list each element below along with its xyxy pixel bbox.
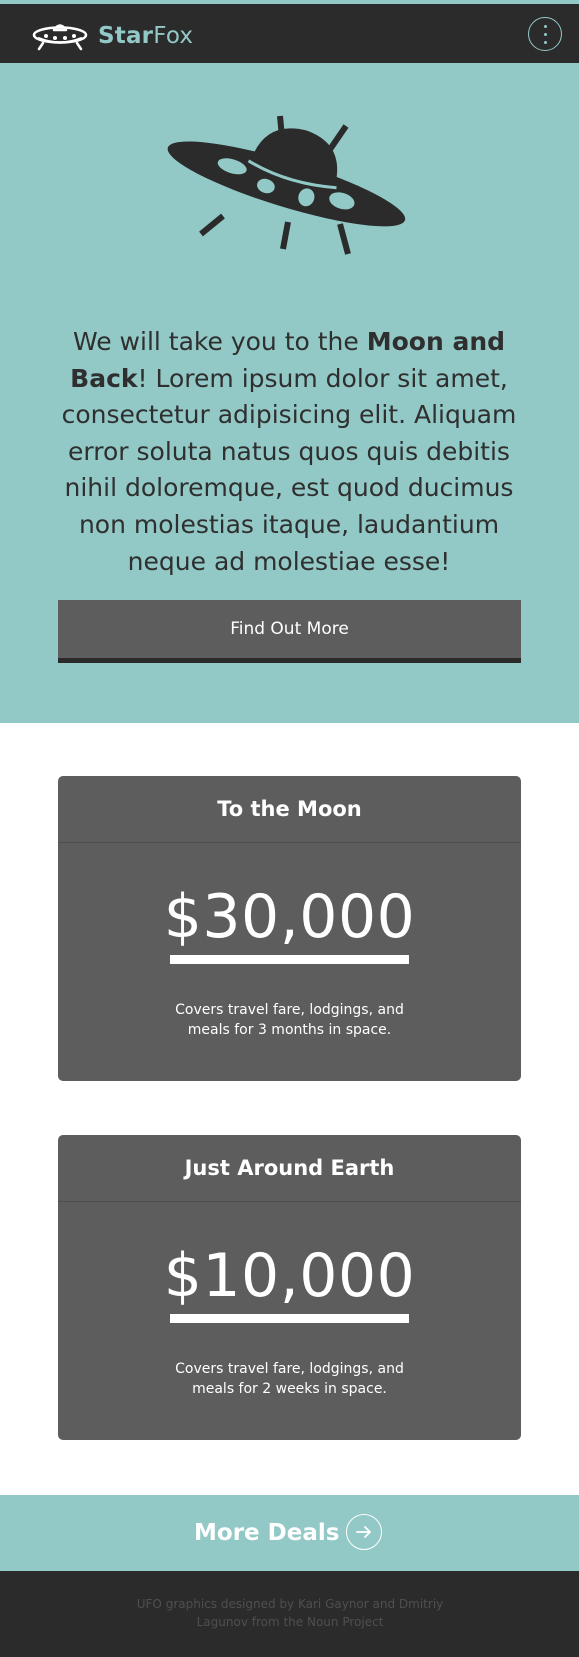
site-header: StarFox [0,4,579,63]
price-underline [170,955,409,964]
brand-name: StarFox [98,22,194,49]
brand-logo[interactable]: StarFox [32,20,193,52]
footer-credit: UFO graphics designed by Kari Gaynor and… [136,1597,444,1629]
deal-description: Covers travel fare, lodgings, and meals … [175,1002,404,1038]
hero-section: We will take you to the Moon and Back! L… [0,63,579,723]
deal-description: Covers travel fare, lodgings, and meals … [175,1361,404,1397]
deal-card-earth[interactable]: Just Around Earth $10,000 Covers travel … [58,1135,521,1440]
price-underline [170,1314,409,1323]
arrow-right-icon[interactable] [346,1514,382,1550]
hero-description: We will take you to the Moon and Back! L… [55,324,523,580]
deal-title: To the Moon [58,776,521,843]
brand-name-fox: Fox [153,22,194,49]
more-deals-label: More Deals [194,1520,340,1546]
hero-intro: We will take you to the [72,327,367,356]
more-deals-bar[interactable]: More Deals [0,1495,579,1571]
brand-name-star: Star [98,22,154,49]
site-footer: UFO graphics designed by Kari Gaynor and… [0,1571,579,1657]
deal-title: Just Around Earth [58,1135,521,1202]
deal-card-moon[interactable]: To the Moon $30,000 Covers travel fare, … [58,776,521,1081]
ufo-icon [160,104,414,256]
deal-price: $30,000 [163,882,416,952]
deals-section: To the Moon $30,000 Covers travel fare, … [0,723,579,1500]
hero-body: ! Lorem ipsum dolor sit amet, consectetu… [61,363,517,576]
menu-button[interactable] [528,17,562,51]
find-out-more-button[interactable]: Find Out More [58,600,521,663]
deal-price: $10,000 [163,1241,416,1311]
ufo-logo-icon [32,24,88,51]
vertical-dots-icon [544,25,547,28]
